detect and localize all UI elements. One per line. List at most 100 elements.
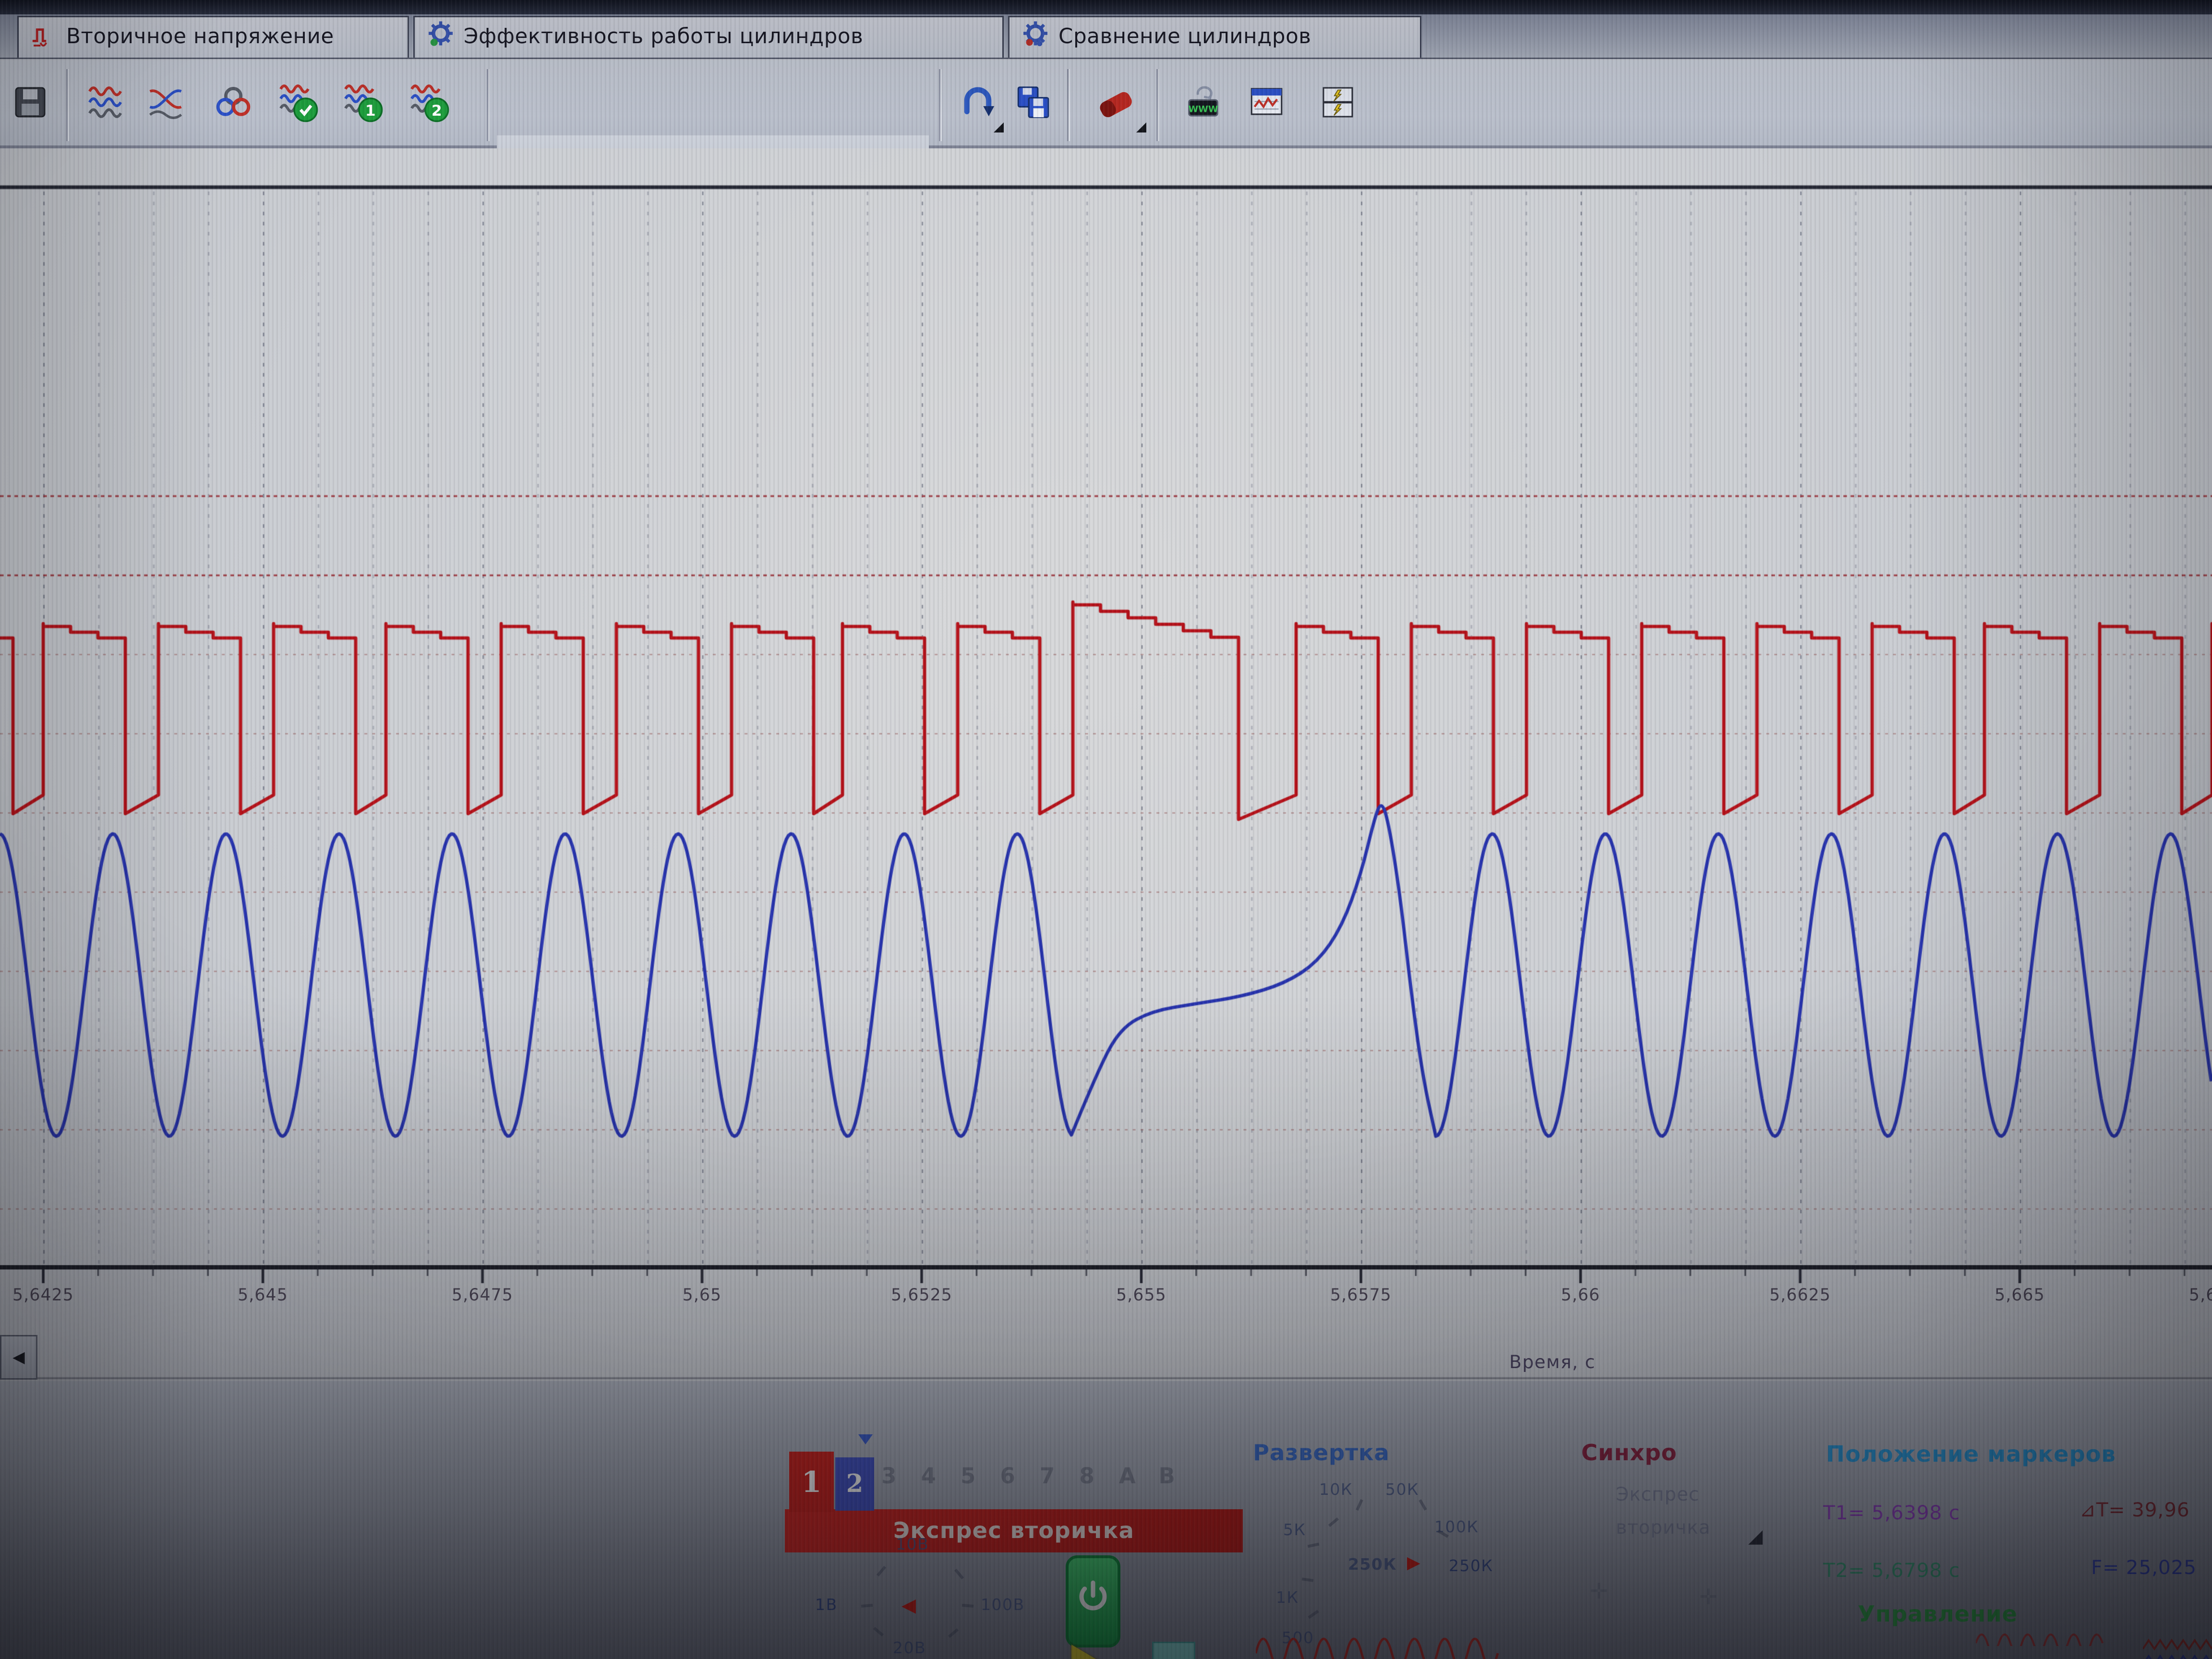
signals-confirm-button[interactable] (271, 76, 325, 134)
mode-banner-label: Экспрес вторичка (893, 1518, 1134, 1544)
undo-dropdown-icon (994, 122, 1004, 132)
sync-marker-cross-icon: ✛ (1699, 1584, 1718, 1610)
sweep-current-value: 250К (1348, 1555, 1397, 1574)
sine-wave-decoration (1256, 1630, 1501, 1659)
voltage-option-1В[interactable]: 1В (815, 1596, 838, 1614)
signals-2-icon: 2 (409, 82, 449, 128)
red-oscillogram-icon (30, 21, 58, 54)
power-button[interactable] (1066, 1555, 1120, 1647)
sync-marker-cross-icon: ✛ (1590, 1578, 1608, 1604)
channel-tab-1-active[interactable]: 1 (789, 1452, 834, 1512)
signal-1-button[interactable]: 1 (336, 76, 390, 134)
gear-icon (1021, 20, 1050, 55)
channel-dropdown-icon[interactable] (858, 1434, 873, 1444)
channel-tab-6[interactable]: 6 (1000, 1463, 1015, 1489)
toolbar-separator (1067, 69, 1069, 141)
save-all-button[interactable] (3, 76, 58, 134)
x-tick-label: 5,6525 (864, 1285, 979, 1305)
sync-mode-value-line1[interactable]: Экспрес (1616, 1485, 1699, 1506)
channel-tab-А[interactable]: А (1119, 1463, 1136, 1489)
voltage-option-20В[interactable]: 20В (893, 1639, 926, 1658)
show-all-signals-button[interactable] (78, 76, 132, 134)
signals-icon (86, 82, 124, 128)
sweep-option-5К[interactable]: 5К (1283, 1521, 1306, 1539)
www-icon: WWW (1185, 83, 1221, 128)
channel-tab-4[interactable]: 4 (921, 1463, 936, 1489)
oscillogram-plot[interactable] (0, 148, 2212, 1382)
blue-wave-icon (2143, 1646, 2212, 1659)
x-tick-label: 5,6625 (1743, 1285, 1858, 1305)
sweep-option-250К[interactable]: 250К (1449, 1557, 1493, 1575)
undo-button[interactable] (950, 76, 1005, 134)
sweep-option-50К[interactable]: 50К (1385, 1480, 1419, 1499)
signals-check-icon (278, 82, 318, 128)
toolbar-separator (1156, 69, 1158, 141)
sine-wave-decoration (1976, 1624, 2113, 1652)
x-tick-label: 5,65 (645, 1285, 760, 1305)
tab-label: Сравнение цилиндров (1058, 26, 1311, 49)
eraser-icon (1092, 81, 1138, 130)
tab-label: Вторичное напряжение (66, 26, 334, 49)
marker-t1-readout: T1= 5,6398 с (1823, 1502, 1960, 1525)
toolbar-separator (66, 69, 68, 141)
tab-secondary-voltage[interactable]: Вторичное напряжение (17, 16, 409, 58)
www-button[interactable]: WWW (1175, 76, 1230, 134)
split-screens-button[interactable] (1310, 76, 1365, 134)
x-tick-label-partial: 5,6 (2189, 1285, 2212, 1305)
save-button[interactable] (1005, 76, 1060, 134)
rings-view-button[interactable] (206, 76, 261, 134)
scroll-left-button[interactable]: ◀ (0, 1335, 37, 1380)
erase-button[interactable] (1083, 76, 1146, 134)
signals-1-icon: 1 (343, 82, 383, 128)
sweep-dial-arrow-icon: ▶ (1407, 1552, 1420, 1573)
voltage-dial-arrow-icon: ◀ (902, 1596, 916, 1617)
tab-cylinder-efficiency[interactable]: Эффективность работы цилиндров (413, 16, 1004, 58)
signals-crossed-icon (147, 82, 184, 128)
x-tick-label: 5,66 (1523, 1285, 1638, 1305)
toolbar-separator (487, 69, 488, 141)
signal-2-button[interactable]: 2 (402, 76, 457, 134)
marker-t2-readout: T2= 5,6798 с (1823, 1560, 1960, 1583)
x-tick-label: 5,6575 (1303, 1285, 1419, 1305)
oscillogram-window-button[interactable] (1238, 76, 1293, 134)
sync-dropdown-icon[interactable]: ◢ (1748, 1527, 1763, 1548)
power-icon (1074, 1577, 1112, 1626)
undo-icon (959, 82, 997, 128)
eraser-dropdown-icon (1136, 122, 1146, 132)
channel-tab-8[interactable]: 8 (1080, 1463, 1094, 1489)
tab-bar: Вторичное напряжение Эффективность работ… (0, 14, 2212, 59)
mode-banner: Экспрес вторичка (785, 1509, 1243, 1552)
x-tick-label: 5,655 (1084, 1285, 1199, 1305)
tab-label: Эффективность работы цилиндров (464, 26, 863, 49)
voltage-option-100В[interactable]: 100В (981, 1596, 1025, 1614)
marker-dt-readout: ⊿T= 39,96 (2080, 1499, 2212, 1522)
rings-icon (215, 82, 252, 128)
sweep-section-header: Развертка (1253, 1440, 1390, 1466)
x-tick-label: 5,6475 (425, 1285, 540, 1305)
channel-tab-5[interactable]: 5 (961, 1463, 975, 1489)
channel-tab-3[interactable]: 3 (881, 1463, 896, 1489)
sync-mode-value-line2[interactable]: вторичка (1616, 1518, 1710, 1539)
tab-cylinder-comparison[interactable]: Сравнение цилиндров (1008, 16, 1421, 58)
sync-section-header: Синхро (1581, 1440, 1677, 1466)
x-tick-label: 5,645 (205, 1285, 321, 1305)
gear-icon (426, 20, 455, 55)
marker-f-readout: F= 25,025 (2091, 1557, 2212, 1580)
channel-tab-В[interactable]: В (1159, 1463, 1175, 1489)
control-section-header: Управление (1858, 1601, 2018, 1627)
channel-tab-7[interactable]: 7 (1040, 1463, 1055, 1489)
overlay-signals-button[interactable] (138, 76, 193, 134)
save-all-icon (13, 85, 48, 125)
sweep-option-10К[interactable]: 10К (1319, 1480, 1353, 1499)
play-button[interactable] (1071, 1645, 1103, 1659)
voltage-option-10В[interactable]: 10В (896, 1535, 929, 1554)
svg-text:2: 2 (432, 102, 442, 120)
channel-tab-2[interactable]: 2 (835, 1457, 874, 1511)
x-tick-label: 5,6425 (0, 1285, 101, 1305)
svg-text:WWW: WWW (1188, 104, 1217, 114)
sweep-option-1К[interactable]: 1К (1276, 1588, 1298, 1607)
save-icon (1015, 84, 1051, 127)
split-screens-icon (1321, 84, 1355, 127)
toolbar-separator (939, 69, 940, 141)
screen-top-bezel (0, 0, 2212, 14)
